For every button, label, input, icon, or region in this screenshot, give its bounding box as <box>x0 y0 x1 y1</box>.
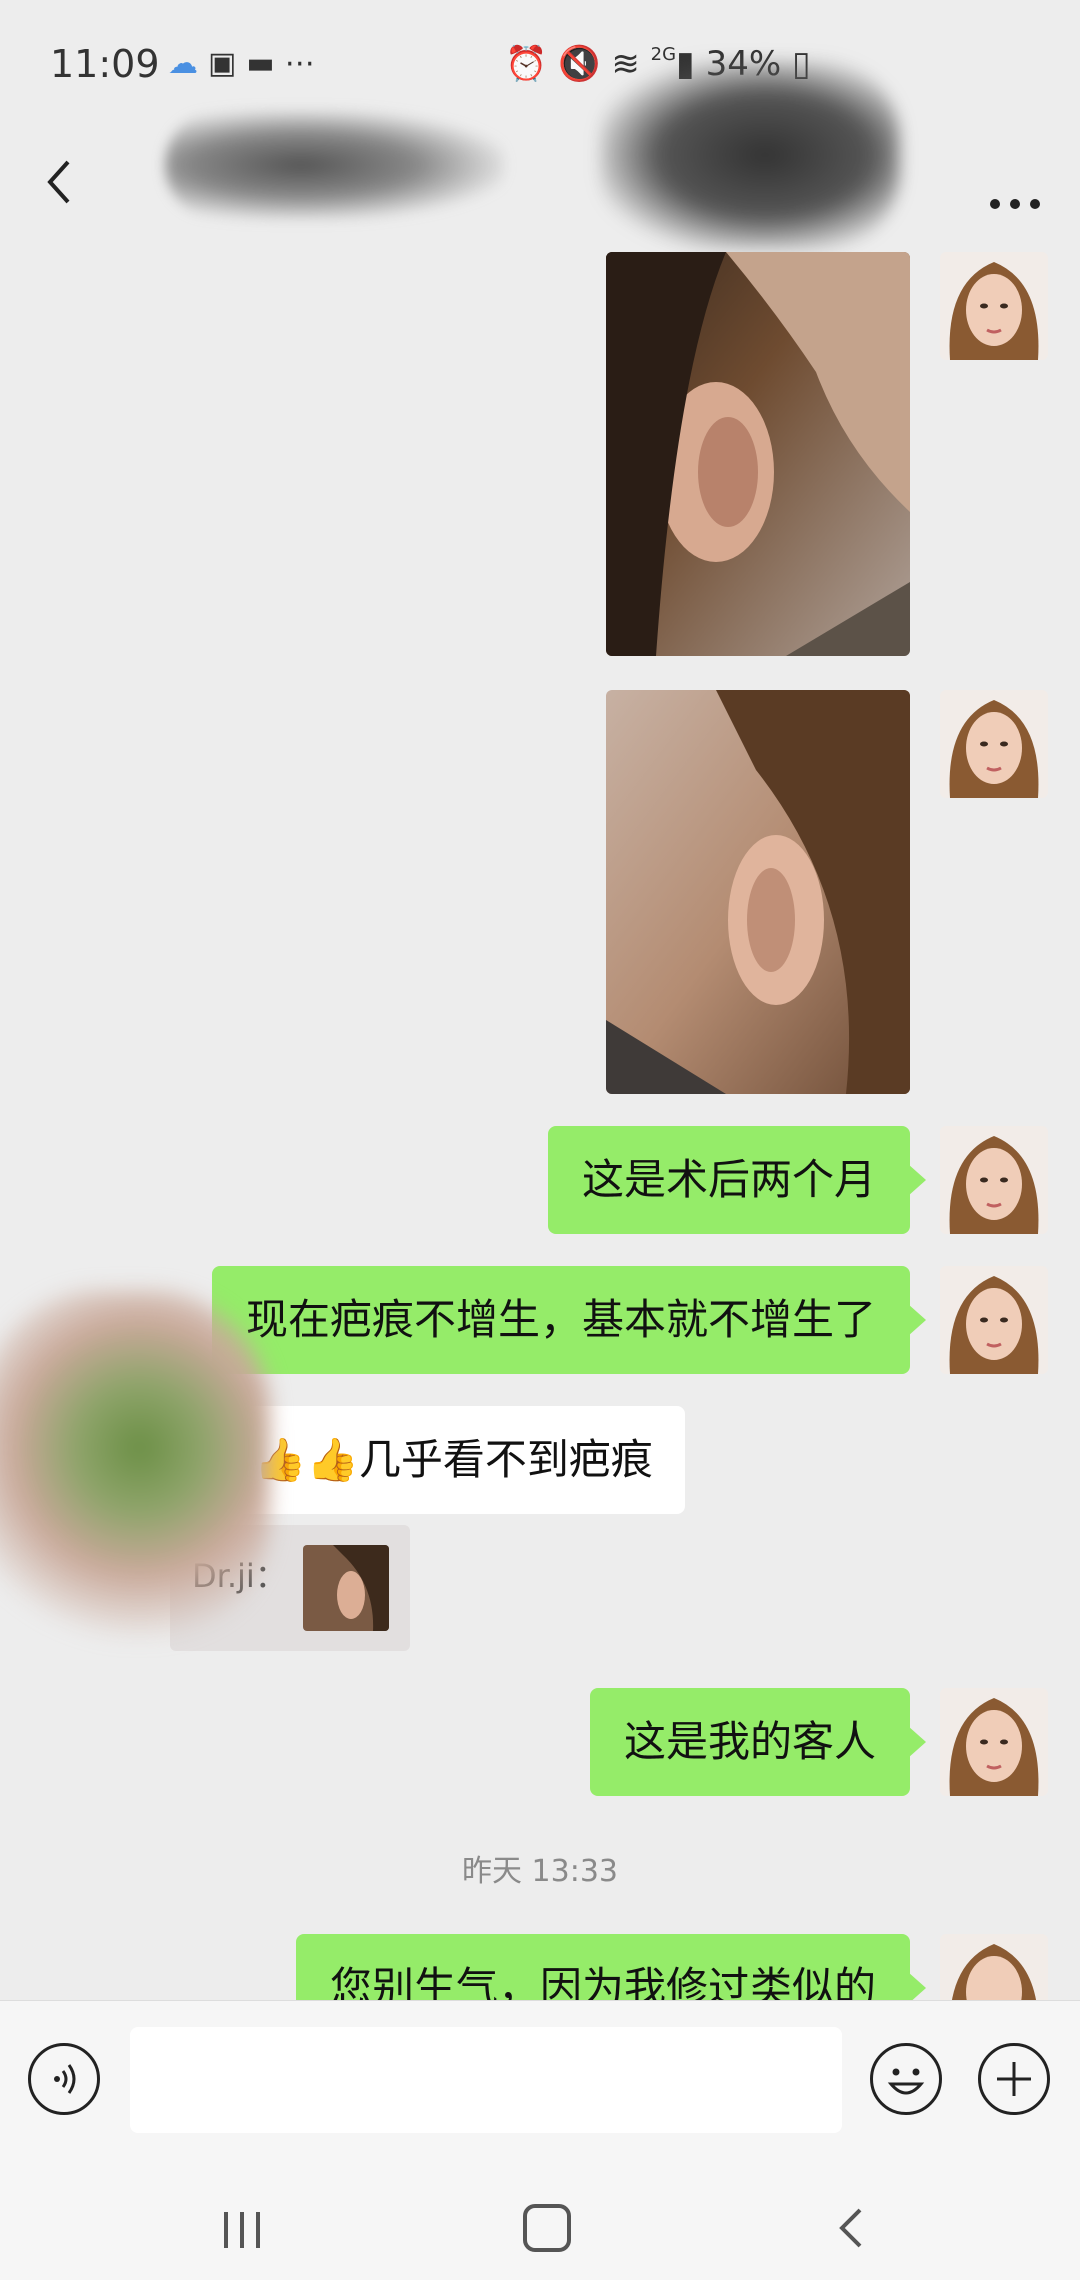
chat-timestamp: 昨天 13:33 <box>462 1854 618 1889</box>
redaction-blur-title-2 <box>600 60 900 250</box>
mute-icon: 🔇 <box>558 44 601 84</box>
redaction-blur-title <box>165 110 505 220</box>
my-avatar[interactable] <box>940 252 1048 360</box>
avatar-image <box>940 252 1048 360</box>
ear-thumbnail <box>303 1545 389 1631</box>
my-message-bubble[interactable]: 这是术后两个月 <box>547 1126 927 1234</box>
chat-header <box>0 120 1080 240</box>
recent-apps-button[interactable] <box>222 2212 262 2248</box>
back-button[interactable] <box>30 140 90 220</box>
ear-photo-1 <box>606 252 910 656</box>
my-avatar[interactable] <box>940 1126 1048 1234</box>
system-back-icon <box>839 2208 862 2248</box>
my-avatar[interactable] <box>940 690 1048 798</box>
status-time: 11:09 <box>50 42 160 86</box>
smiley-icon <box>887 2068 925 2095</box>
cloud-icon: ☁ <box>168 46 208 81</box>
avatar-image <box>940 1126 1048 1234</box>
image-icon: ▣ <box>208 46 247 81</box>
message-image[interactable] <box>606 690 910 1094</box>
avatar-image <box>940 1688 1048 1796</box>
chevron-left-icon <box>47 160 70 204</box>
my-message-bubble[interactable]: 现在疤痕不增生，基本就不增生了 <box>211 1266 927 1374</box>
my-message-bubble[interactable]: 这是我的客人 <box>589 1688 927 1796</box>
my-avatar[interactable] <box>940 1688 1048 1796</box>
message-text: 现在疤痕不增生，基本就不增生了 <box>245 1295 876 1344</box>
more-dots-icon: ⋯ <box>284 46 325 81</box>
quote-thumbnail <box>303 1545 389 1631</box>
more-functions-button[interactable] <box>978 2043 1050 2115</box>
avatar-image <box>940 690 1048 798</box>
plus-icon <box>997 2062 1031 2096</box>
avatar-image <box>940 1266 1048 1374</box>
my-avatar[interactable] <box>940 1266 1048 1374</box>
voice-button[interactable] <box>28 2043 100 2115</box>
input-bar <box>0 2000 1080 2171</box>
alarm-icon: ⏰ <box>505 44 548 84</box>
notification-icons: ☁▣▬⋯ <box>168 46 325 81</box>
more-options-button[interactable] <box>980 150 1050 210</box>
more-horizontal-icon <box>990 199 1040 209</box>
message-text: 这是我的客人 <box>623 1717 876 1766</box>
home-button[interactable] <box>523 2204 571 2252</box>
system-nav-bar <box>0 2170 1080 2280</box>
redacted-avatar-blur <box>0 1290 270 1640</box>
status-bar: 11:09 ☁▣▬⋯ ⏰ 🔇 ≋ 2G▮ 34% ▯ <box>0 0 1080 120</box>
recent-apps-icon <box>224 2212 260 2248</box>
message-input[interactable] <box>130 2027 842 2133</box>
message-icon: ▬ <box>246 46 285 81</box>
message-text: 这是术后两个月 <box>581 1155 876 1204</box>
voice-icon <box>54 2064 76 2094</box>
system-back-button[interactable] <box>830 2198 870 2258</box>
ear-photo-2 <box>606 690 910 1094</box>
emoji-button[interactable] <box>870 2043 942 2115</box>
message-image[interactable] <box>606 252 910 656</box>
